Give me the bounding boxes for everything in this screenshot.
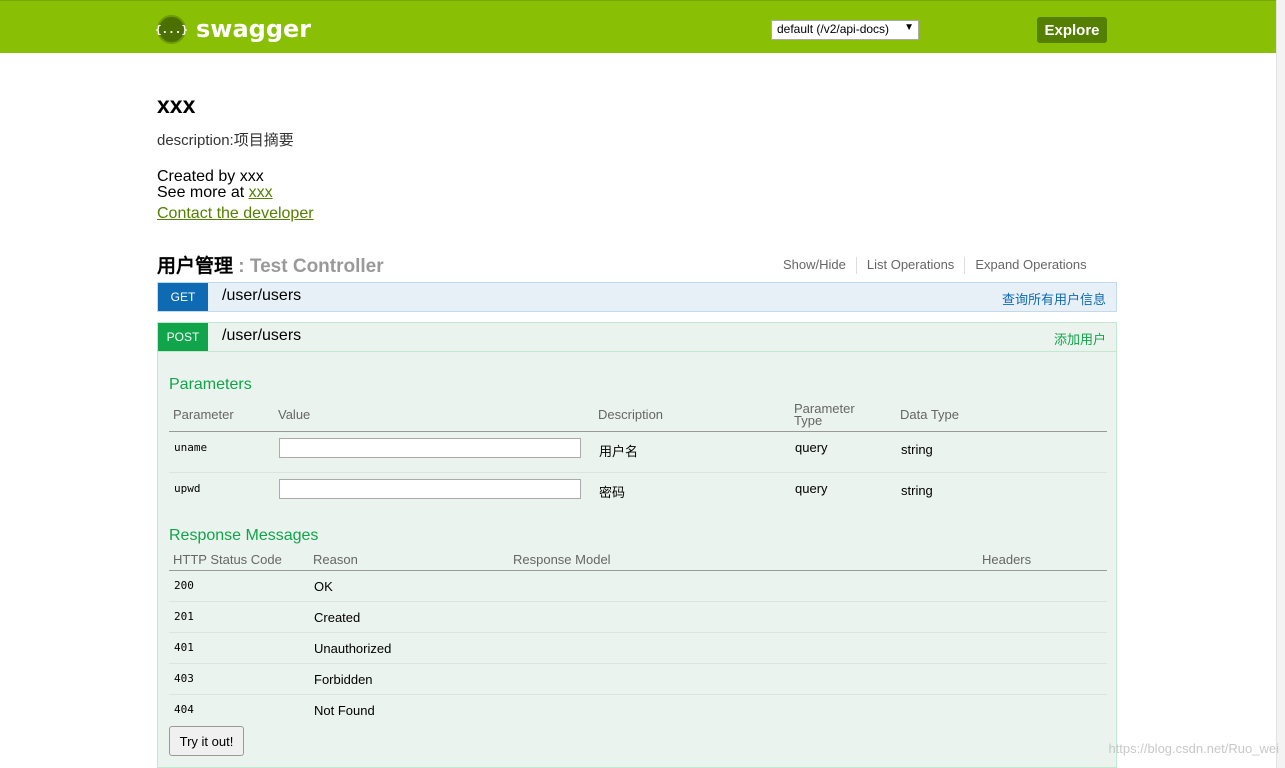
parameters-title: Parameters <box>169 376 252 393</box>
api-spec-select[interactable]: default (/v2/api-docs) ▼ <box>771 20 919 40</box>
row-divider <box>169 601 1107 602</box>
dropdown-arrow-icon: ▼ <box>904 22 914 33</box>
col-header-response-model: Response Model <box>513 552 611 567</box>
vertical-scrollbar[interactable] <box>1276 0 1285 768</box>
api-spec-selected: default (/v2/api-docs) <box>777 22 890 36</box>
http-method-badge[interactable]: GET <box>158 283 208 311</box>
operation-post-users: POST /user/users 添加用户 Parameters Paramet… <box>157 322 1117 768</box>
operation-summary[interactable]: 添加用户 <box>1054 329 1106 348</box>
status-reason: Forbidden <box>314 672 373 687</box>
param-data-type: string <box>901 483 933 498</box>
response-messages-title: Response Messages <box>169 527 319 544</box>
show-hide-link[interactable]: Show/Hide <box>783 257 856 274</box>
table-header-rule <box>169 431 1107 432</box>
status-code: 201 <box>174 610 194 623</box>
col-header-data-type: Data Type <box>900 407 960 422</box>
see-more-link[interactable]: xxx <box>249 184 273 201</box>
col-header-description: Description <box>598 407 664 422</box>
status-reason: Unauthorized <box>314 641 392 656</box>
status-reason: Created <box>314 610 361 625</box>
operation-get-users[interactable]: GET /user/users 查询所有用户信息 <box>157 282 1117 312</box>
top-bar: {...} swagger default (/v2/api-docs) ▼ E… <box>0 0 1285 53</box>
resource-separator: : <box>233 256 250 277</box>
status-reason: Not Found <box>314 703 375 718</box>
col-header-parameter-type-line2: Type <box>794 413 823 428</box>
row-divider <box>169 472 1107 473</box>
resource-options: Show/Hide List Operations Expand Operati… <box>783 257 1097 274</box>
param-name: uname <box>174 441 208 454</box>
operation-summary[interactable]: 查询所有用户信息 <box>1002 289 1106 308</box>
try-it-out-button[interactable]: Try it out! <box>169 726 244 756</box>
expand-operations-link[interactable]: Expand Operations <box>965 257 1096 274</box>
row-divider <box>169 694 1107 695</box>
watermark: https://blog.csdn.net/Ruo_wei <box>1108 741 1279 756</box>
operation-header[interactable]: POST /user/users 添加用户 <box>158 323 1116 352</box>
col-header-value: Value <box>278 407 311 422</box>
swagger-logo[interactable]: {...} swagger <box>155 13 312 45</box>
col-header-status-code: HTTP Status Code <box>173 552 282 567</box>
param-type: query <box>795 481 828 496</box>
contact-developer-link[interactable]: Contact the developer <box>157 205 314 223</box>
logo-text: swagger <box>196 15 312 43</box>
operation-path[interactable]: /user/users <box>222 287 301 305</box>
col-header-parameter: Parameter <box>173 407 234 422</box>
param-description: 用户名 <box>599 444 639 459</box>
param-description: 密码 <box>599 485 626 500</box>
param-type: query <box>795 440 828 455</box>
status-code: 200 <box>174 579 194 592</box>
row-divider <box>169 663 1107 664</box>
api-title: xxx <box>157 92 196 118</box>
resource-heading[interactable]: 用户管理 : Test Controller <box>157 251 384 278</box>
list-operations-link[interactable]: List Operations <box>857 257 964 274</box>
see-more-prefix: See more at <box>157 184 249 201</box>
col-header-headers: Headers <box>982 552 1032 567</box>
table-header-rule <box>169 570 1107 571</box>
col-header-parameter-type: Parameter Type <box>794 402 855 428</box>
status-code: 404 <box>174 703 194 716</box>
status-code: 403 <box>174 672 194 685</box>
col-header-reason: Reason <box>313 552 358 567</box>
swagger-logo-icon: {...} <box>155 14 188 44</box>
param-value-input-upwd[interactable] <box>279 479 581 499</box>
param-data-type: string <box>901 442 933 457</box>
see-more: See more at xxx <box>157 184 273 202</box>
http-method-badge[interactable]: POST <box>158 323 208 351</box>
param-name: upwd <box>174 482 201 495</box>
resource-name[interactable]: 用户管理 <box>157 256 233 277</box>
param-value-input-uname[interactable] <box>279 438 581 458</box>
status-code: 401 <box>174 641 194 654</box>
operation-path[interactable]: /user/users <box>222 327 301 345</box>
row-divider <box>169 632 1107 633</box>
resource-description: Test Controller <box>249 256 384 277</box>
explore-button[interactable]: Explore <box>1037 17 1107 43</box>
status-reason: OK <box>314 579 333 594</box>
api-description: description:项目摘要 <box>157 132 294 149</box>
